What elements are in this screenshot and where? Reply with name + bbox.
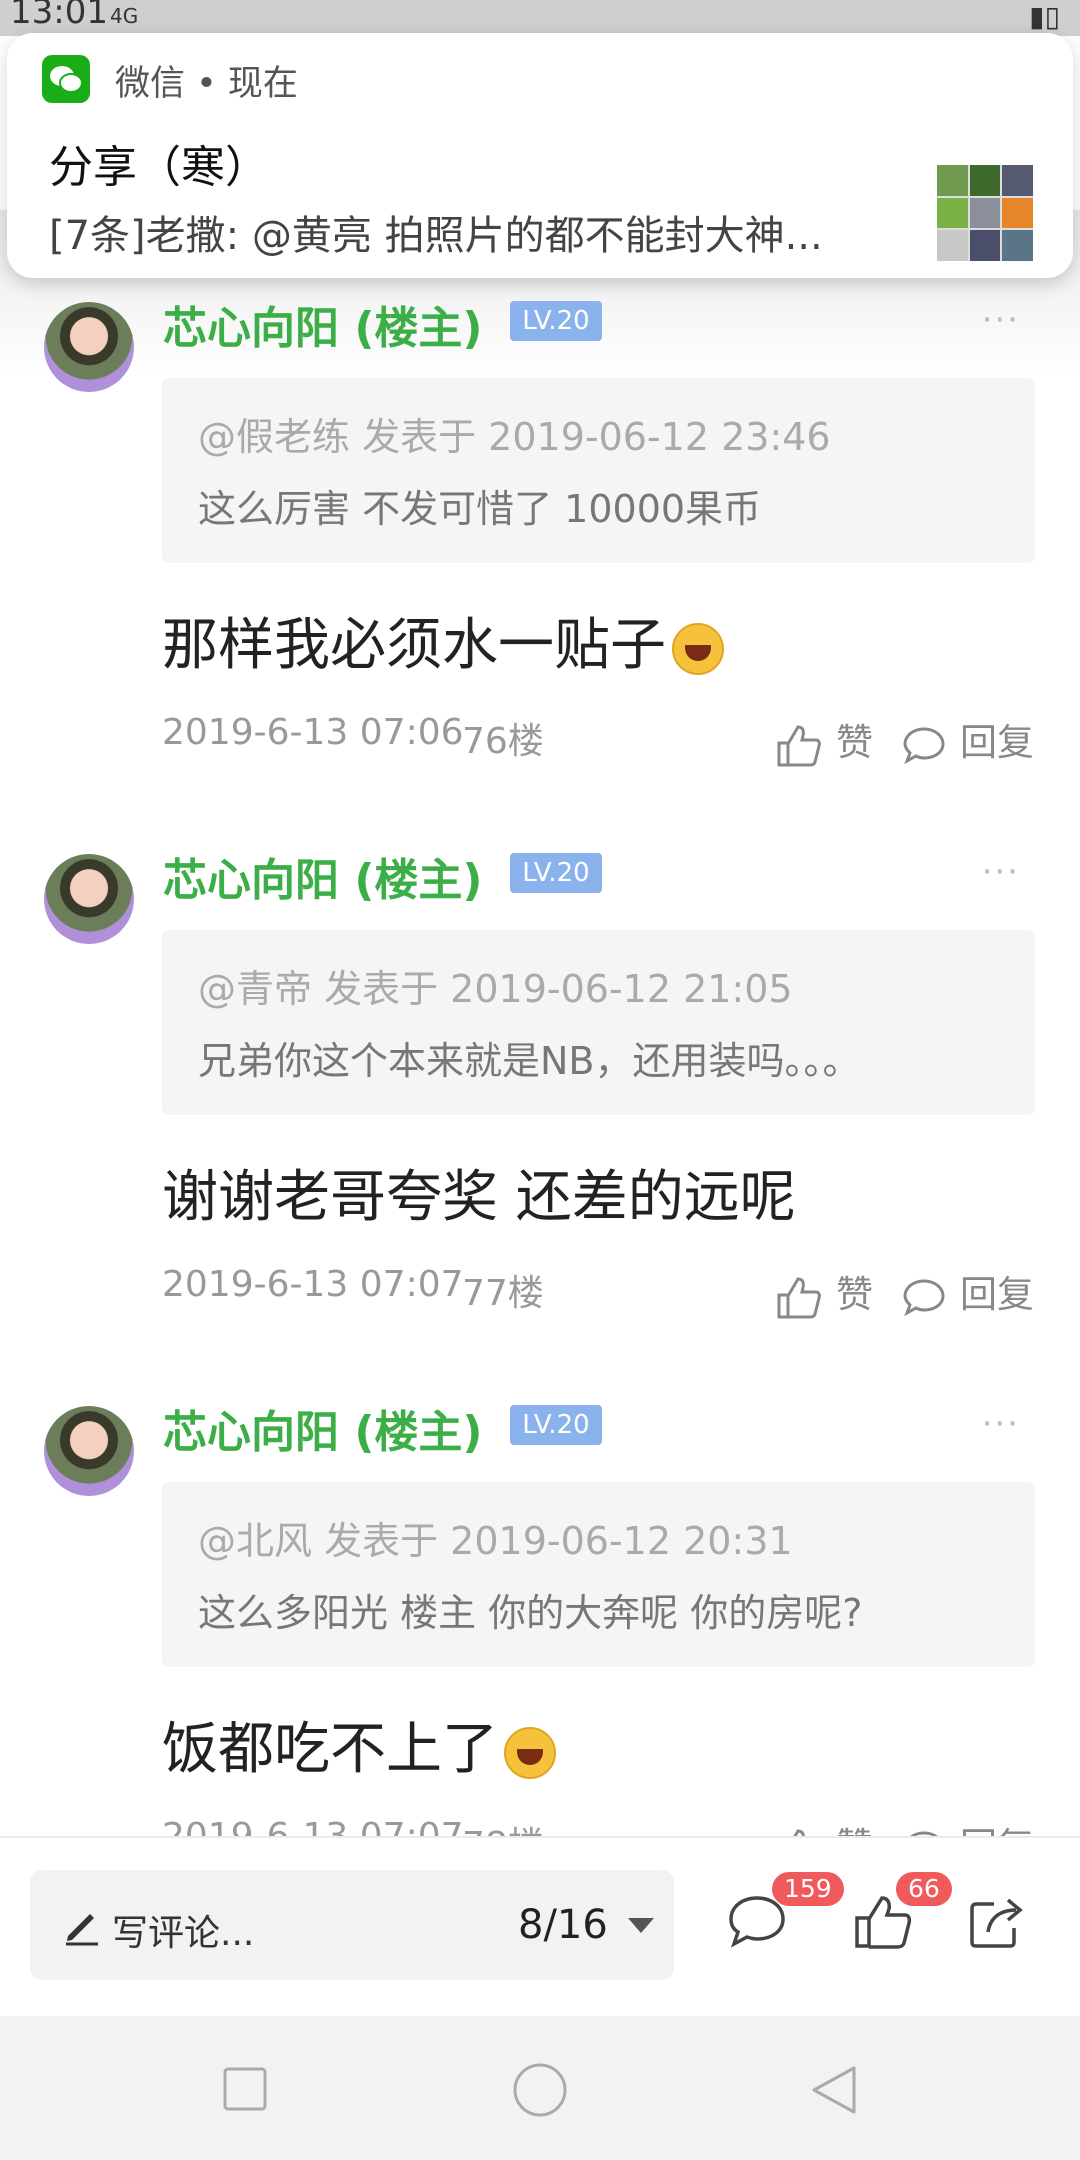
- floor-number: 77楼: [462, 1273, 544, 1314]
- avatar[interactable]: [44, 302, 134, 392]
- quote-text: 这么多阳光 楼主 你的大奔呢 你的房呢?: [198, 1591, 863, 1635]
- home-icon[interactable]: [512, 2062, 568, 2118]
- comment-text-content: 那样我必须水一贴子: [162, 613, 666, 678]
- quote-header: @青帝 发表于 2019-06-12 21:05: [198, 967, 793, 1011]
- quoted-comment[interactable]: @北风 发表于 2019-06-12 20:31 这么多阳光 楼主 你的大奔呢 …: [162, 1482, 1035, 1667]
- notification-title: 分享（寒）: [49, 142, 269, 193]
- quoted-comment[interactable]: @假老练 发表于 2019-06-12 23:46 这么厉害 不发可惜了 100…: [162, 378, 1035, 563]
- comment-text: 那样我必须水一贴子: [162, 600, 724, 681]
- more-icon[interactable]: ···: [982, 300, 1020, 340]
- battery-icon: ▮▯: [1029, 0, 1060, 33]
- more-icon[interactable]: ···: [982, 1404, 1020, 1444]
- quote-text: 兄弟你这个本来就是NB，还用装吗。。。: [198, 1039, 861, 1083]
- like-label: 赞: [836, 1273, 873, 1316]
- comment-bubble-icon: [903, 726, 945, 764]
- laugh-emoji-icon: [504, 1726, 556, 1779]
- comment-text-content: 谢谢老哥夸奖 还差的远呢: [162, 1165, 796, 1230]
- wechat-icon: [42, 55, 90, 103]
- pencil-icon: [66, 1914, 98, 1946]
- quote-header: @假老练 发表于 2019-06-12 23:46: [198, 415, 831, 459]
- network-indicator: 4G: [110, 4, 139, 28]
- comment-time: 2019-6-13 07:06: [162, 712, 464, 753]
- reply-label: 回复: [960, 1273, 1034, 1316]
- reply-button[interactable]: 回复: [902, 1264, 1034, 1318]
- wechat-notification[interactable]: 微信 • 现在 分享（寒） [7条]老撒: @黄亮 拍照片的都不能封大神...: [7, 33, 1073, 278]
- group-avatar: [937, 165, 1033, 261]
- comment-bubble-icon: [903, 1278, 945, 1316]
- quote-header: @北风 发表于 2019-06-12 20:31: [198, 1519, 793, 1563]
- comment-item: 芯心向阳 (楼主) LV.20 ··· @青帝 发表于 2019-06-12 2…: [0, 808, 1080, 1362]
- level-badge: LV.20: [510, 853, 602, 893]
- level-badge: LV.20: [510, 1405, 602, 1445]
- bottom-action-bar: 写评论... 8/16 159 66: [0, 1836, 1080, 2018]
- level-badge: LV.20: [510, 301, 602, 341]
- chevron-down-icon[interactable]: [628, 1918, 654, 1933]
- comment-placeholder: 写评论...: [112, 1913, 255, 1954]
- comment-text-content: 饭都吃不上了: [162, 1717, 498, 1782]
- quote-text: 这么厉害 不发可惜了 10000果币: [198, 487, 762, 531]
- status-time: 13:01: [10, 0, 108, 32]
- quoted-comment[interactable]: @青帝 发表于 2019-06-12 21:05 兄弟你这个本来就是NB，还用装…: [162, 930, 1035, 1115]
- thumbs-up-icon: [777, 724, 821, 766]
- floor-number: 76楼: [462, 721, 544, 762]
- system-nav-bar: [0, 2016, 1080, 2160]
- comment-count-badge: 159: [772, 1872, 844, 1906]
- comment-item: 芯心向阳 (楼主) LV.20 ··· @假老练 发表于 2019-06-12 …: [0, 278, 1080, 810]
- thumbs-up-icon: [777, 1276, 821, 1318]
- comment-text: 饭都吃不上了: [162, 1704, 556, 1785]
- like-label: 赞: [836, 721, 873, 764]
- comment-time: 2019-6-13 07:07: [162, 1264, 464, 1305]
- laugh-emoji-icon: [672, 622, 724, 675]
- username[interactable]: 芯心向阳 (楼主): [163, 844, 483, 908]
- comment-item: 芯心向阳 (楼主) LV.20 ··· @北风 发表于 2019-06-12 2…: [0, 1360, 1080, 1912]
- comment-input[interactable]: 写评论... 8/16: [30, 1870, 674, 1980]
- comment-text: 谢谢老哥夸奖 还差的远呢: [162, 1152, 796, 1233]
- page-indicator[interactable]: 8/16: [518, 1902, 608, 1948]
- more-icon[interactable]: ···: [982, 852, 1020, 892]
- username[interactable]: 芯心向阳 (楼主): [163, 292, 483, 356]
- like-button[interactable]: 赞: [776, 1264, 873, 1319]
- reply-label: 回复: [960, 721, 1034, 764]
- notification-body: [7条]老撒: @黄亮 拍照片的都不能封大神...: [49, 213, 823, 259]
- recents-icon[interactable]: [222, 2066, 268, 2112]
- notification-app-name: 微信 • 现在: [115, 64, 298, 104]
- username[interactable]: 芯心向阳 (楼主): [163, 1396, 483, 1460]
- avatar[interactable]: [44, 1406, 134, 1496]
- share-icon[interactable]: [968, 1894, 1026, 1950]
- avatar[interactable]: [44, 854, 134, 944]
- reply-button[interactable]: 回复: [902, 712, 1034, 766]
- status-bar: 13:01 4G ▮▯: [0, 0, 1080, 36]
- back-icon[interactable]: [808, 2064, 860, 2116]
- like-button[interactable]: 赞: [776, 712, 873, 767]
- like-count-badge: 66: [896, 1872, 952, 1906]
